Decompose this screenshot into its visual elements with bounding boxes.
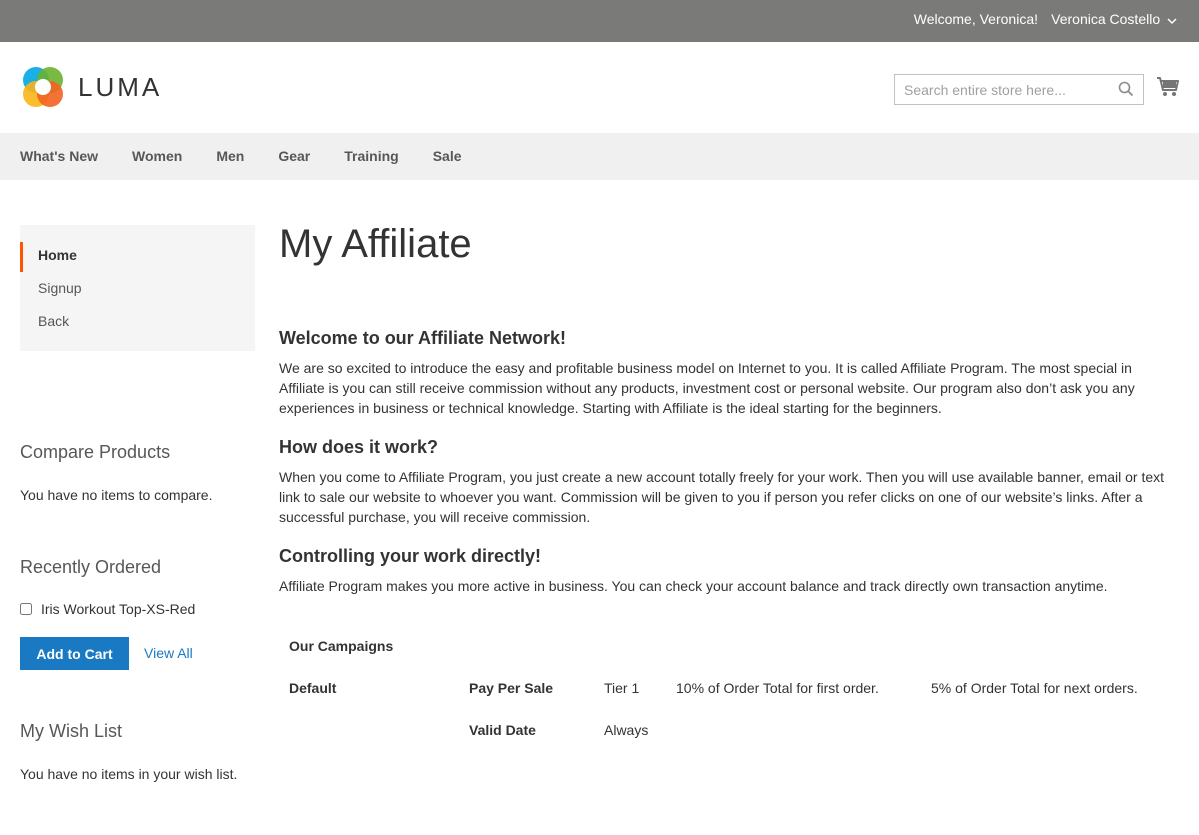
compare-empty-message: You have no items to compare.: [20, 487, 213, 503]
section-heading-how-it-works: How does it work?: [279, 437, 439, 457]
campaign-tier: Tier 1: [604, 680, 640, 696]
recently-ordered-title: Recently Ordered: [20, 557, 162, 577]
section-text-welcome: We are so excited to introduce the easy …: [279, 360, 1135, 416]
sidebar-item-home[interactable]: Home: [20, 242, 255, 276]
logo-text: LUMA: [78, 72, 163, 102]
section-heading-controlling: Controlling your work directly!: [279, 546, 542, 566]
logo-icon: [23, 67, 63, 107]
search-input[interactable]: [895, 75, 1105, 104]
luma-logo[interactable]: LUMA: [20, 64, 170, 110]
cart-icon[interactable]: [1156, 76, 1180, 101]
recently-ordered-item-name[interactable]: Iris Workout Top-XS-Red: [41, 601, 195, 617]
nav-item-sale[interactable]: Sale: [433, 133, 462, 180]
compare-products-title: Compare Products: [20, 442, 171, 462]
header: LUMA: [0, 42, 1199, 133]
section-text-controlling: Affiliate Program makes you more active …: [279, 578, 1108, 594]
add-to-cart-button[interactable]: Add to Cart: [20, 637, 129, 670]
chevron-down-icon: [1167, 12, 1177, 28]
section-heading-welcome: Welcome to our Affiliate Network!: [279, 328, 567, 348]
main-navigation: What's New Women Men Gear Training Sale: [0, 133, 1199, 180]
nav-item-whats-new[interactable]: What's New: [20, 133, 98, 180]
campaign-next-orders-commission: 5% of Order Total for next orders.: [931, 680, 1138, 696]
search-icon[interactable]: [1118, 81, 1134, 100]
campaign-first-order-commission: 10% of Order Total for first order.: [676, 680, 879, 696]
campaign-type-label: Pay Per Sale: [469, 680, 554, 696]
view-all-link[interactable]: View All: [144, 645, 193, 661]
account-menu[interactable]: Veronica Costello: [1051, 11, 1177, 28]
search-box: [894, 74, 1144, 105]
recently-ordered-checkbox[interactable]: [20, 603, 32, 615]
wish-list-empty-message: You have no items in your wish list.: [20, 766, 238, 782]
account-name: Veronica Costello: [1051, 11, 1161, 27]
affiliate-sidebar-menu: Home Signup Back: [20, 225, 255, 351]
campaign-name: Default: [289, 680, 337, 696]
nav-item-training[interactable]: Training: [344, 133, 398, 180]
sidebar-item-back[interactable]: Back: [20, 309, 255, 342]
nav-item-women[interactable]: Women: [132, 133, 182, 180]
campaigns-title: Our Campaigns: [289, 638, 394, 654]
welcome-message: Welcome, Veronica!: [913, 11, 1038, 27]
nav-item-men[interactable]: Men: [216, 133, 244, 180]
sidebar-item-signup[interactable]: Signup: [20, 276, 255, 309]
wish-list-title: My Wish List: [20, 721, 123, 741]
campaign-valid-date-label: Valid Date: [469, 722, 536, 738]
section-text-how-it-works: When you come to Affiliate Program, you …: [279, 469, 1165, 525]
recently-ordered-item: Iris Workout Top-XS-Red: [20, 601, 195, 617]
page-title: My Affiliate: [279, 222, 472, 266]
campaign-valid-date-value: Always: [604, 722, 649, 738]
nav-item-gear[interactable]: Gear: [278, 133, 310, 180]
top-bar: Welcome, Veronica! Veronica Costello: [0, 0, 1199, 42]
